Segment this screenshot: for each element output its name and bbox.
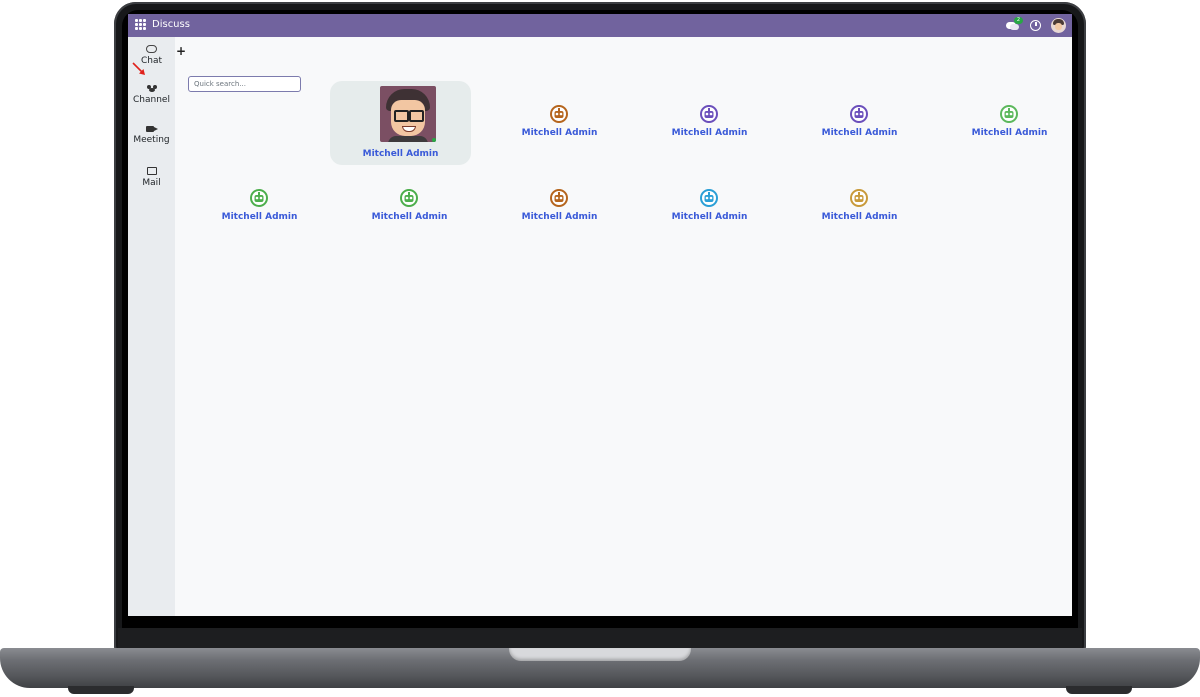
activity-clock-icon[interactable] bbox=[1030, 20, 1041, 31]
app-screen: Discuss 2 Chat Channel Meeting Mail + Qu… bbox=[128, 14, 1072, 616]
robot-avatar-icon bbox=[550, 105, 568, 123]
discuss-sidebar: Chat Channel Meeting Mail bbox=[128, 37, 175, 616]
laptop-foot-left bbox=[68, 686, 134, 694]
contact-card[interactable]: Mitchell Admin bbox=[939, 81, 1072, 165]
contact-card[interactable]: Mitchell Admin bbox=[189, 165, 330, 249]
contact-card[interactable]: Mitchell Admin bbox=[339, 165, 480, 249]
sidebar-item-label: Mail bbox=[142, 178, 161, 188]
add-chat-button[interactable]: + bbox=[176, 45, 186, 57]
robot-avatar-icon bbox=[400, 189, 418, 207]
laptop-foot-right bbox=[1066, 686, 1132, 694]
channel-icon bbox=[146, 85, 157, 92]
contact-name: Mitchell Admin bbox=[221, 212, 298, 222]
sidebar-item-label: Meeting bbox=[133, 135, 170, 145]
contact-card[interactable]: Mitchell Admin bbox=[330, 81, 471, 165]
contact-name: Mitchell Admin bbox=[671, 212, 748, 222]
meeting-icon bbox=[146, 126, 158, 132]
contact-name: Mitchell Admin bbox=[521, 212, 598, 222]
contact-name: Mitchell Admin bbox=[821, 128, 898, 138]
top-navbar: Discuss 2 bbox=[128, 14, 1072, 37]
navbar-systray: 2 bbox=[1006, 16, 1066, 35]
contact-avatar bbox=[380, 86, 436, 142]
messages-badge: 2 bbox=[1014, 16, 1023, 24]
robot-avatar-icon bbox=[700, 189, 718, 207]
robot-avatar-icon bbox=[850, 105, 868, 123]
contact-card[interactable]: Mitchell Admin bbox=[489, 81, 630, 165]
sidebar-item-channel[interactable]: Channel bbox=[128, 85, 175, 105]
chat-icon bbox=[146, 45, 157, 53]
contact-name: Mitchell Admin bbox=[371, 212, 448, 222]
robot-avatar-icon bbox=[550, 189, 568, 207]
contact-name: Mitchell Admin bbox=[362, 149, 439, 159]
quick-search-input[interactable] bbox=[188, 76, 301, 92]
laptop-notch bbox=[509, 648, 691, 661]
user-avatar[interactable] bbox=[1051, 18, 1066, 33]
mail-icon bbox=[146, 167, 157, 175]
contact-name: Mitchell Admin bbox=[521, 128, 598, 138]
messages-icon[interactable]: 2 bbox=[1006, 16, 1023, 32]
robot-avatar-icon bbox=[850, 189, 868, 207]
contact-name: Mitchell Admin bbox=[671, 128, 748, 138]
sidebar-item-meeting[interactable]: Meeting bbox=[128, 126, 175, 145]
contact-card[interactable]: Mitchell Admin bbox=[639, 81, 780, 165]
contact-card[interactable]: Mitchell Admin bbox=[789, 165, 930, 249]
app-title[interactable]: Discuss bbox=[152, 18, 190, 32]
online-status-dot bbox=[432, 138, 436, 142]
robot-avatar-icon bbox=[250, 189, 268, 207]
contact-card[interactable]: Mitchell Admin bbox=[789, 81, 930, 165]
annotation-arrow-icon bbox=[132, 62, 145, 75]
contact-card[interactable]: Mitchell Admin bbox=[639, 165, 780, 249]
robot-avatar-icon bbox=[700, 105, 718, 123]
sidebar-item-label: Channel bbox=[133, 95, 170, 105]
apps-menu-icon[interactable] bbox=[135, 19, 146, 30]
laptop-bezel bbox=[118, 628, 1082, 648]
sidebar-item-mail[interactable]: Mail bbox=[128, 167, 175, 188]
robot-avatar-icon bbox=[1000, 105, 1018, 123]
contact-name: Mitchell Admin bbox=[971, 128, 1048, 138]
contact-name: Mitchell Admin bbox=[821, 212, 898, 222]
contact-card[interactable]: Mitchell Admin bbox=[489, 165, 630, 249]
